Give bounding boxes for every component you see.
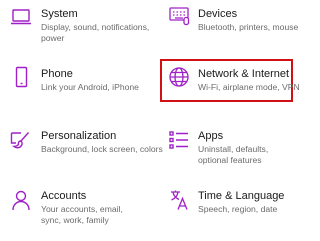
- tile-description: Wi-Fi, airplane mode, VPN: [198, 82, 300, 92]
- tile-title: System: [41, 8, 78, 20]
- tile-network-internet[interactable]: Network & Internet Wi-Fi, airplane mode,…: [168, 66, 300, 96]
- person-icon: [10, 189, 32, 211]
- tile-title: Devices: [198, 8, 238, 20]
- tile-devices[interactable]: Devices Bluetooth, printers, mouse: [168, 4, 299, 34]
- tile-description: Bluetooth, printers, mouse: [198, 22, 299, 32]
- tile-accounts[interactable]: Accounts Your accounts, email, sync, wor…: [10, 188, 150, 228]
- tile-description: Background, lock screen, colors: [41, 144, 163, 154]
- tile-title: Personalization: [41, 130, 117, 142]
- phone-icon: [11, 66, 33, 88]
- tile-description: Display, sound, notifications, power: [41, 22, 150, 43]
- tile-apps[interactable]: Apps Uninstall, defaults, optional featu…: [168, 128, 294, 168]
- tile-personalization[interactable]: Personalization Background, lock screen,…: [10, 128, 163, 158]
- tile-description: Uninstall, defaults, optional features: [198, 144, 269, 165]
- apps-list-icon: [168, 129, 190, 151]
- tile-title: Accounts: [41, 190, 87, 202]
- paintbrush-icon: [10, 129, 32, 151]
- language-icon: [168, 189, 190, 211]
- laptop-icon: [10, 6, 32, 28]
- tile-description: Speech, region, date: [198, 204, 278, 214]
- tile-phone[interactable]: Phone Link your Android, iPhone: [10, 66, 150, 96]
- tile-time-language[interactable]: Time & Language Speech, region, date: [168, 188, 294, 218]
- tile-title: Time & Language: [198, 190, 285, 202]
- tile-system[interactable]: System Display, sound, notifications, po…: [10, 4, 150, 46]
- globe-icon: [168, 66, 190, 88]
- tile-title: Network & Internet: [198, 68, 290, 80]
- tile-title: Apps: [198, 130, 224, 142]
- tile-description: Link your Android, iPhone: [41, 82, 139, 92]
- keyboard-icon: [168, 5, 190, 27]
- tile-title: Phone: [41, 68, 73, 80]
- tile-description: Your accounts, email, sync, work, family: [41, 204, 123, 225]
